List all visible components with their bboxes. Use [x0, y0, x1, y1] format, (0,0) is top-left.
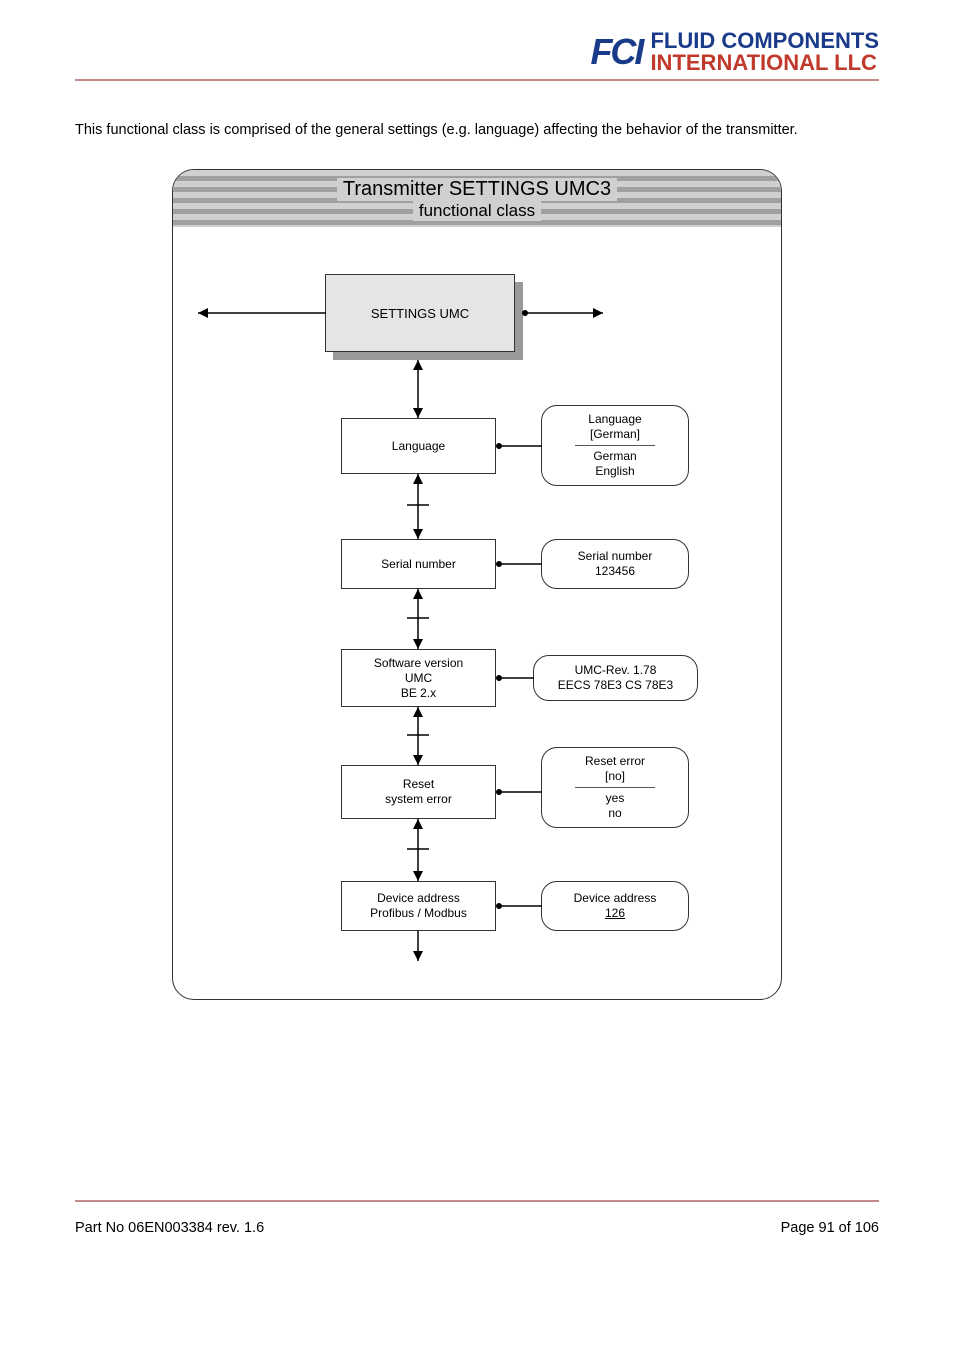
- language-option-1: English: [595, 464, 634, 479]
- software-box: Software version UMC BE 2.x: [341, 649, 496, 707]
- company-logo: FCI FLUID COMPONENTS INTERNATIONAL LLC: [590, 30, 879, 74]
- page-footer: Part No 06EN003384 rev. 1.6 Page 91 of 1…: [75, 1220, 879, 1236]
- serial-box: Serial number: [341, 539, 496, 589]
- connector-software-right-icon: [496, 673, 534, 683]
- devaddr-detail-box: Device address 126: [541, 881, 689, 931]
- language-option-0: German: [593, 449, 636, 464]
- serial-detail-box: Serial number 123456: [541, 539, 689, 589]
- main-menu-label: SETTINGS UMC: [371, 306, 469, 321]
- connector-main-down-icon: [412, 360, 424, 418]
- logo-mark-icon: FCI: [590, 36, 642, 68]
- reset-detail-current: [no]: [605, 769, 625, 784]
- connector-bottom-down-icon: [412, 931, 424, 961]
- footer-part-number: Part No 06EN003384 rev. 1.6: [75, 1220, 264, 1236]
- connector-serial-right-icon: [496, 559, 542, 569]
- logo-text: FLUID COMPONENTS INTERNATIONAL LLC: [650, 30, 879, 74]
- connector-language-right-icon: [496, 441, 542, 451]
- diagram-title-bar: Transmitter SETTINGS UMC3 functional cla…: [173, 170, 781, 227]
- diagram-frame: Transmitter SETTINGS UMC3 functional cla…: [172, 169, 782, 1000]
- connector-lang-serial-tick-icon: [407, 503, 429, 507]
- footer-divider: [75, 1200, 879, 1202]
- logo-line1: FLUID COMPONENTS: [650, 30, 879, 52]
- page-header: FCI FLUID COMPONENTS INTERNATIONAL LLC: [75, 30, 879, 81]
- devaddr-detail-title: Device address: [574, 891, 657, 906]
- connector-reset-right-icon: [496, 787, 542, 797]
- reset-detail-box: Reset error [no] yes no: [541, 747, 689, 828]
- language-label: Language: [392, 439, 445, 454]
- serial-detail-title: Serial number: [578, 549, 653, 564]
- arrow-left-icon: [198, 307, 326, 319]
- connector-serial-software-tick-icon: [407, 616, 429, 620]
- serial-label: Serial number: [381, 557, 456, 572]
- connector-software-reset-tick-icon: [407, 733, 429, 737]
- connector-devaddr-right-icon: [496, 901, 542, 911]
- connector-reset-dev-tick-icon: [407, 847, 429, 851]
- devaddr-detail-value: 126: [605, 906, 625, 921]
- diagram-subtitle: functional class: [413, 201, 541, 221]
- devaddr-label-1: Device address: [377, 891, 460, 906]
- software-label-2: UMC: [405, 671, 432, 686]
- software-detail-1: UMC-Rev. 1.78: [575, 663, 657, 678]
- software-label-1: Software version: [374, 656, 463, 671]
- divider: [575, 445, 655, 446]
- arrow-right-icon: [523, 307, 603, 319]
- language-detail-title: Language: [588, 412, 641, 427]
- intro-paragraph: This functional class is comprised of th…: [75, 121, 879, 139]
- footer-page-number: Page 91 of 106: [781, 1220, 879, 1236]
- divider: [575, 787, 655, 788]
- devaddr-box: Device address Profibus / Modbus: [341, 881, 496, 931]
- software-label-3: BE 2.x: [401, 686, 436, 701]
- reset-box: Reset system error: [341, 765, 496, 819]
- reset-detail-title: Reset error: [585, 754, 645, 769]
- logo-line2: INTERNATIONAL LLC: [650, 52, 879, 74]
- software-detail-2: EECS 78E3 CS 78E3: [558, 678, 673, 693]
- diagram-container: Transmitter SETTINGS UMC3 functional cla…: [75, 169, 879, 1000]
- reset-label-1: Reset: [403, 777, 434, 792]
- devaddr-label-2: Profibus / Modbus: [370, 906, 467, 921]
- diagram-body: SETTINGS UMC: [173, 227, 781, 999]
- language-box: Language: [341, 418, 496, 474]
- language-detail-box: Language [German] German English: [541, 405, 689, 486]
- main-menu-box: SETTINGS UMC: [325, 274, 515, 352]
- reset-option-1: no: [608, 806, 621, 821]
- diagram-title: Transmitter SETTINGS UMC3: [337, 178, 617, 201]
- language-detail-current: [German]: [590, 427, 640, 442]
- reset-label-2: system error: [385, 792, 452, 807]
- page: FCI FLUID COMPONENTS INTERNATIONAL LLC T…: [0, 0, 954, 1276]
- serial-detail-value: 123456: [595, 564, 635, 579]
- reset-option-0: yes: [606, 791, 625, 806]
- software-detail-box: UMC-Rev. 1.78 EECS 78E3 CS 78E3: [533, 655, 698, 701]
